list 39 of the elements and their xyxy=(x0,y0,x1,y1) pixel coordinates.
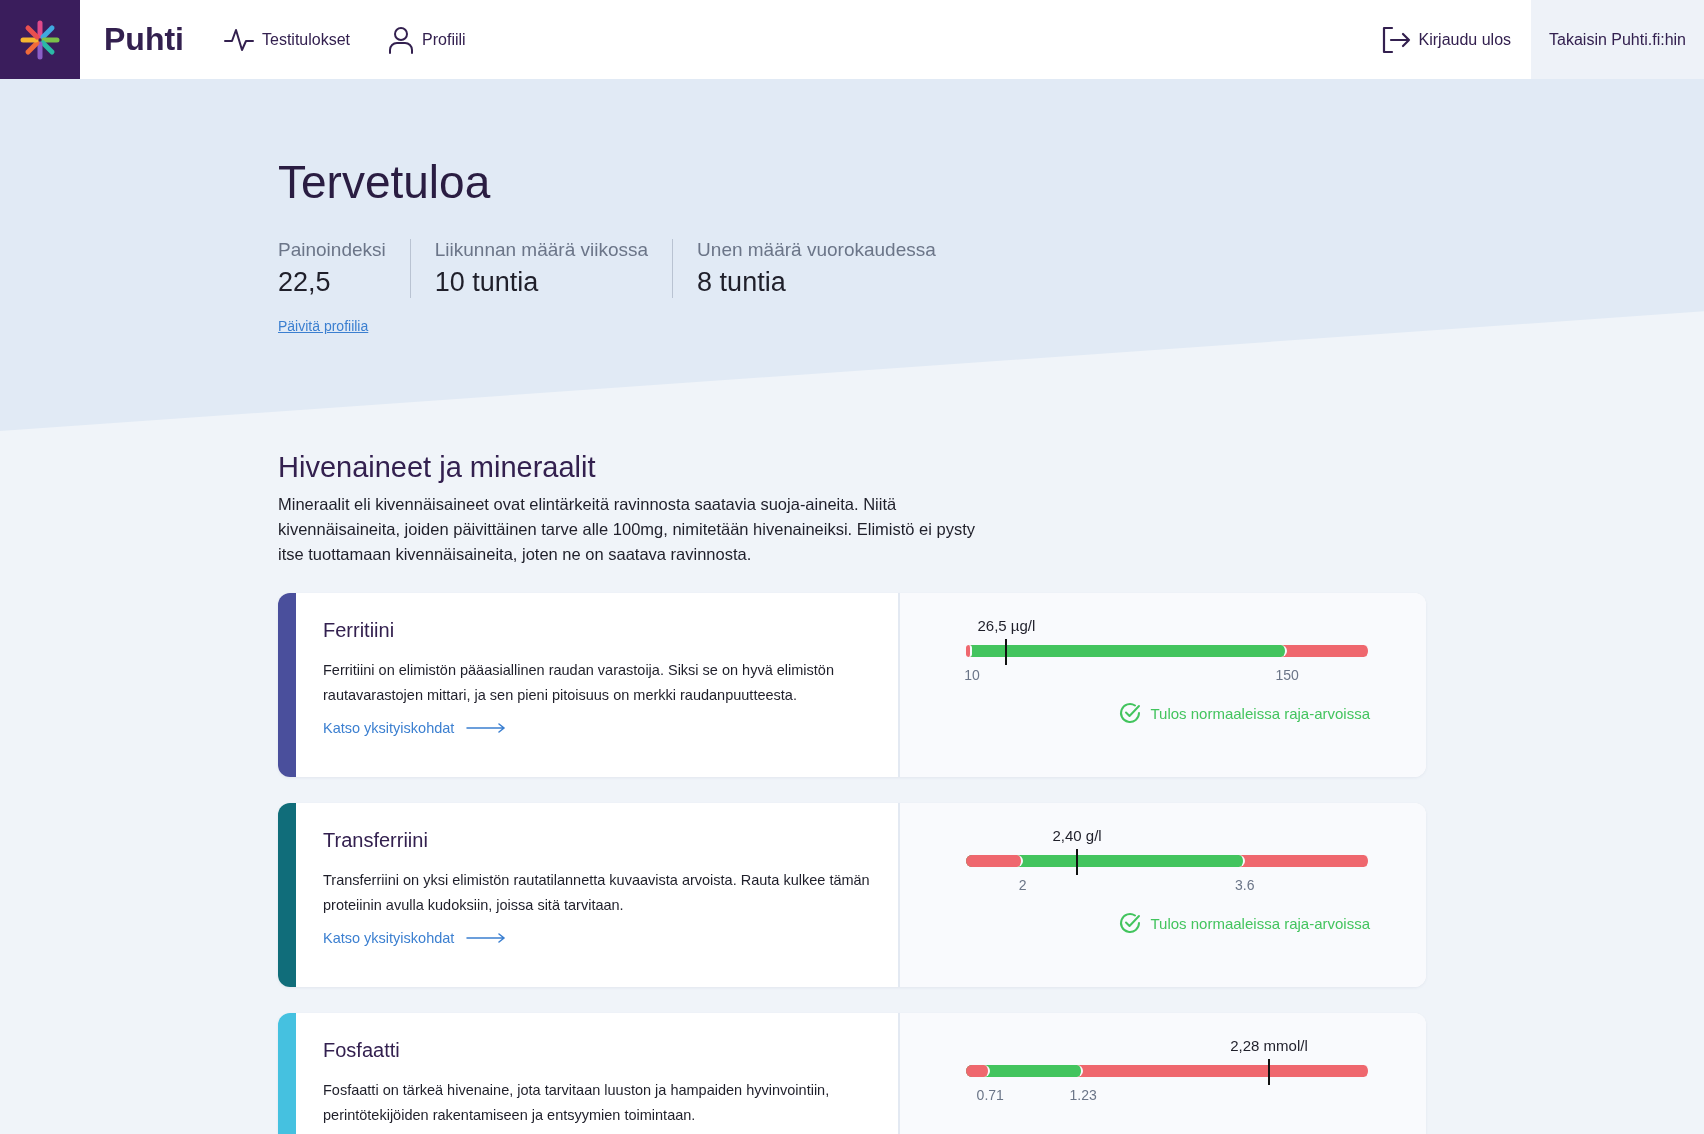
stat-label: Liikunnan määrä viikossa xyxy=(434,239,649,261)
card-description: Fosfaatti on tärkeä hivenaine, jota tarvitaan luuston ja hampaiden hyvinvointiin, perintötekijöiden rakentamiseen ja entsyymien toimintaan. xyxy=(323,1081,831,1125)
result-value: 2,28 mmol/l xyxy=(1230,1037,1308,1054)
section-description: Mineraalit eli kivennäisaineet ovat elintärkeitä ravinnosta saatavia suoja-aineita. Niitä kivennäisaineita, joiden päivittäinen tarve alle 100mg, nimitetään hivenaineiksi. Elimistö ei pysty itse tuottamaan kivennäisaineita, joten ne on saatava ravinnosta. xyxy=(278,494,977,565)
result-value: 2,40 g/l xyxy=(1052,827,1102,844)
range-label: 10 xyxy=(964,667,980,683)
status-text: Tulos normaaleissa raja-arvoissa xyxy=(1150,914,1370,932)
logout-icon xyxy=(1380,25,1411,54)
range-label: 1.23 xyxy=(1069,1087,1097,1103)
nav-link[interactable]: Testitulokset xyxy=(224,25,351,54)
stat-value: 10 tuntia xyxy=(434,267,540,298)
card-title: Fosfaatti xyxy=(323,1039,401,1062)
card-title: Ferritiini xyxy=(323,619,396,642)
range-label: 2 xyxy=(1018,877,1027,893)
card-description: Ferritiini on elimistön pääasiallinen raudan varastoija. Siksi se on hyvä elimistön rautavarastojen mittari, ja sen pieni pitoisuus on merkki raudanpuutteesta. xyxy=(323,661,835,705)
stat-label: Unen määrä vuorokaudessa xyxy=(697,239,936,261)
range-label: 3.6 xyxy=(1235,877,1255,893)
range-label: 0.71 xyxy=(976,1087,1004,1103)
stat-label: Painoindeksi xyxy=(278,239,386,261)
range-label: 150 xyxy=(1275,667,1299,683)
stat-value: 22,5 xyxy=(278,267,332,298)
back-link[interactable]: Takaisin Puhti.fi:hin xyxy=(1531,0,1704,79)
person-icon xyxy=(388,25,415,54)
section-title: Hivenaineet ja mineraalit xyxy=(278,451,597,484)
arrow-icon xyxy=(466,933,507,943)
stat-value: 8 tuntia xyxy=(697,267,787,298)
page-title: Tervetuloa xyxy=(278,155,492,209)
details-link[interactable]: Katso yksityiskohdat xyxy=(323,930,507,946)
result-value: 26,5 µg/l xyxy=(977,617,1036,634)
logo-icon[interactable] xyxy=(0,0,80,79)
arrow-icon xyxy=(466,723,507,733)
card-title: Transferriini xyxy=(323,829,429,852)
card-description: Transferriini on yksi elimistön rautatilannetta kuvaavista arvoista. Rauta kulkee tämän proteiinin avulla kudoksiin, joissa sitä tarvitaan. xyxy=(323,871,871,915)
nav-link[interactable]: Profiili xyxy=(388,25,466,54)
status-text: Tulos normaaleissa raja-arvoissa xyxy=(1150,704,1370,722)
brand-name[interactable]: Puhti xyxy=(104,21,184,58)
logout-link[interactable]: Kirjaudu ulos xyxy=(1380,25,1512,54)
details-link[interactable]: Katso yksityiskohdat xyxy=(323,720,507,736)
pulse-icon xyxy=(224,26,254,53)
